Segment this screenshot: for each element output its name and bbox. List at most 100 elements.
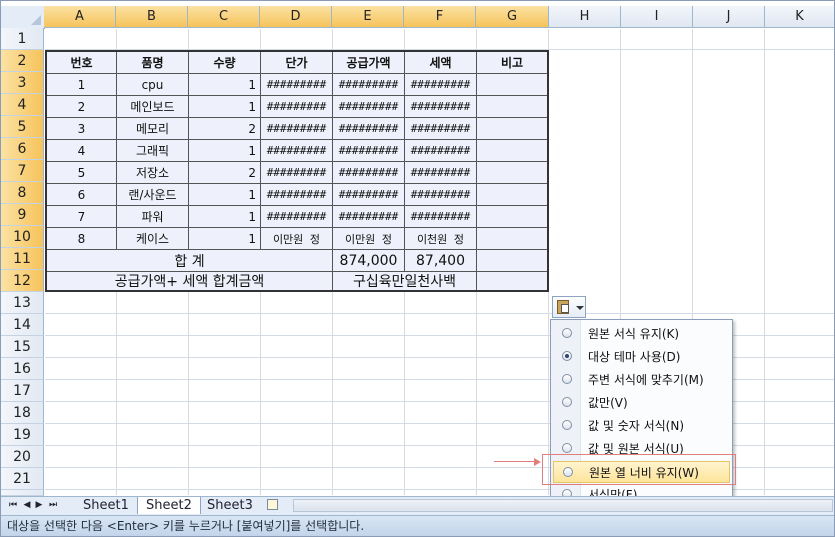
cell-item[interactable]: cpu [117,74,189,96]
column-header-h[interactable]: H [549,6,621,28]
cell-unit-price[interactable]: ######### [261,184,333,206]
cell-supply[interactable]: ######### [333,184,405,206]
cell-unit-price[interactable]: 이만원 정 [261,228,333,250]
cell-unit-price[interactable]: ######### [261,140,333,162]
sheet-tab-sheet3[interactable]: Sheet3 [199,497,261,514]
cell-tax[interactable]: ######### [405,206,477,228]
header-cell-tax[interactable]: 세액 [405,52,477,74]
row-header-10[interactable]: 10 [1,226,44,248]
cell-unit-price[interactable]: ######### [261,118,333,140]
sum-label-cell[interactable]: 공급가액+ 세액 합계금액 [47,272,333,290]
cell-item[interactable]: 파워 [117,206,189,228]
cell-supply[interactable]: ######### [333,140,405,162]
header-cell-note[interactable]: 비고 [477,52,547,74]
cell-tax[interactable]: ######### [405,118,477,140]
column-header-i[interactable]: I [621,6,693,28]
cell-supply[interactable]: ######### [333,74,405,96]
cell-tax[interactable]: ######### [405,184,477,206]
cell-number[interactable]: 7 [47,206,117,228]
select-all-corner[interactable] [1,6,45,29]
paste-option-item[interactable]: 주변 서식에 맞추기(M) [553,369,730,391]
cell-note[interactable] [477,118,547,140]
cell-qty[interactable]: 2 [189,118,261,140]
cell-item[interactable]: 랜/사운드 [117,184,189,206]
row-header-19[interactable]: 19 [1,424,44,446]
cell-note[interactable] [477,96,547,118]
cell-qty[interactable]: 1 [189,206,261,228]
cell-unit-price[interactable]: ######### [261,206,333,228]
cell-qty[interactable]: 2 [189,162,261,184]
row-header-13[interactable]: 13 [1,292,44,314]
row-header-2[interactable]: 2 [1,50,44,72]
column-header-k[interactable]: K [765,6,834,28]
row-header-15[interactable]: 15 [1,336,44,358]
cell-note[interactable] [477,162,547,184]
column-header-j[interactable]: J [693,6,765,28]
row-header-6[interactable]: 6 [1,138,44,160]
total-supply-cell[interactable]: 874,000 [333,250,405,272]
cell-note[interactable] [477,140,547,162]
row-header-17[interactable]: 17 [1,380,44,402]
cell-item[interactable]: 메인보드 [117,96,189,118]
cell-supply[interactable]: ######### [333,162,405,184]
next-sheet-icon[interactable]: ▶ [33,499,45,512]
row-header-9[interactable]: 9 [1,204,44,226]
cell-item[interactable]: 메모리 [117,118,189,140]
column-header-c[interactable]: C [188,6,260,28]
first-sheet-icon[interactable]: ⏮ [7,499,19,512]
cell-number[interactable]: 3 [47,118,117,140]
cell-note[interactable] [477,184,547,206]
cell-supply[interactable]: 이만원 정 [333,228,405,250]
cell-unit-price[interactable]: ######### [261,96,333,118]
sum-note-cell[interactable] [477,272,547,290]
cell-tax[interactable]: ######### [405,96,477,118]
cell-qty[interactable]: 1 [189,74,261,96]
insert-sheet-tab[interactable] [259,497,287,514]
cell-item[interactable]: 케이스 [117,228,189,250]
cell-number[interactable]: 8 [47,228,117,250]
column-header-b[interactable]: B [116,6,188,28]
cell-unit-price[interactable]: ######### [261,162,333,184]
cell-number[interactable]: 2 [47,96,117,118]
row-header-14[interactable]: 14 [1,314,44,336]
cell-number[interactable]: 6 [47,184,117,206]
row-header-12[interactable]: 12 [1,270,44,292]
total-tax-cell[interactable]: 87,400 [405,250,477,272]
cell-qty[interactable]: 1 [189,184,261,206]
total-label-cell[interactable]: 합 계 [47,250,333,272]
header-cell-unit-price[interactable]: 단가 [261,52,333,74]
header-cell-number[interactable]: 번호 [47,52,117,74]
cell-tax[interactable]: 이천원 정 [405,228,477,250]
column-header-e[interactable]: E [332,6,404,28]
paste-options-button[interactable] [552,296,586,318]
cell-qty[interactable]: 1 [189,228,261,250]
cell-qty[interactable]: 1 [189,140,261,162]
cell-number[interactable]: 1 [47,74,117,96]
sum-value-cell[interactable]: 구십육만일천사백 [333,272,477,290]
row-header-11[interactable]: 11 [1,248,44,270]
cell-supply[interactable]: ######### [333,206,405,228]
cell-tax[interactable]: ######### [405,140,477,162]
total-note-cell[interactable] [477,250,547,272]
cell-tax[interactable]: ######### [405,162,477,184]
row-header-16[interactable]: 16 [1,358,44,380]
row-header-4[interactable]: 4 [1,94,44,116]
sheet-tab-sheet1[interactable]: Sheet1 [75,497,137,514]
paste-option-item[interactable]: 대상 테마 사용(D) [553,346,730,368]
cell-item[interactable]: 저장소 [117,162,189,184]
row-header-20[interactable]: 20 [1,446,44,468]
paste-option-item[interactable]: 값 및 숫자 서식(N) [553,415,730,437]
horizontal-scrollbar[interactable] [293,499,833,512]
cell-number[interactable]: 5 [47,162,117,184]
row-header-7[interactable]: 7 [1,160,44,182]
cell-supply[interactable]: ######### [333,96,405,118]
cell-note[interactable] [477,74,547,96]
column-header-g[interactable]: G [476,6,549,28]
paste-option-item[interactable]: 원본 서식 유지(K) [553,323,730,345]
paste-option-item[interactable]: 값만(V) [553,392,730,414]
cell-supply[interactable]: ######### [333,118,405,140]
row-header-1[interactable]: 1 [1,28,44,50]
row-header-5[interactable]: 5 [1,116,44,138]
row-header-3[interactable]: 3 [1,72,44,94]
column-header-f[interactable]: F [404,6,476,28]
